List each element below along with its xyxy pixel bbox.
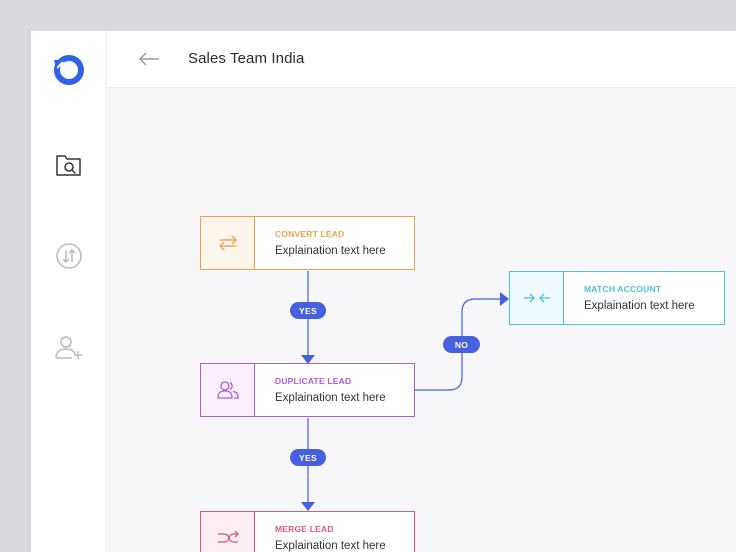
no-label: NO [443, 336, 480, 353]
node-label: MATCH ACCOUNT [584, 284, 662, 294]
node-label: CONVERT LEAD [275, 229, 345, 239]
node-description: Explaination text here [584, 300, 695, 312]
users-icon [201, 364, 255, 416]
convert-lead-node[interactable]: CONVERT LEAD Explaination text here [200, 216, 415, 270]
node-description: Explaination text here [275, 245, 386, 257]
node-description: Explaination text here [275, 540, 386, 552]
node-label: MERGE LEAD [275, 524, 334, 534]
swap-icon [201, 217, 255, 269]
match-account-node[interactable]: MATCH ACCOUNT Explaination text here [509, 271, 725, 325]
node-description: Explaination text here [275, 392, 386, 404]
flow-canvas: YES YES NO CONVERT LEAD Explaination tex… [31, 31, 736, 552]
merge-icon [201, 512, 255, 552]
app-window: Sales Team India YES YES NO CONVERT LEAD… [31, 31, 736, 552]
yes-label-2: YES [290, 449, 326, 466]
node-label: DUPLICATE LEAD [275, 376, 352, 386]
collapse-arrows-icon [510, 272, 564, 324]
yes-label-1: YES [290, 302, 326, 319]
duplicate-lead-node[interactable]: DUPLICATE LEAD Explaination text here [200, 363, 415, 417]
merge-lead-node[interactable]: MERGE LEAD Explaination text here [200, 511, 415, 552]
